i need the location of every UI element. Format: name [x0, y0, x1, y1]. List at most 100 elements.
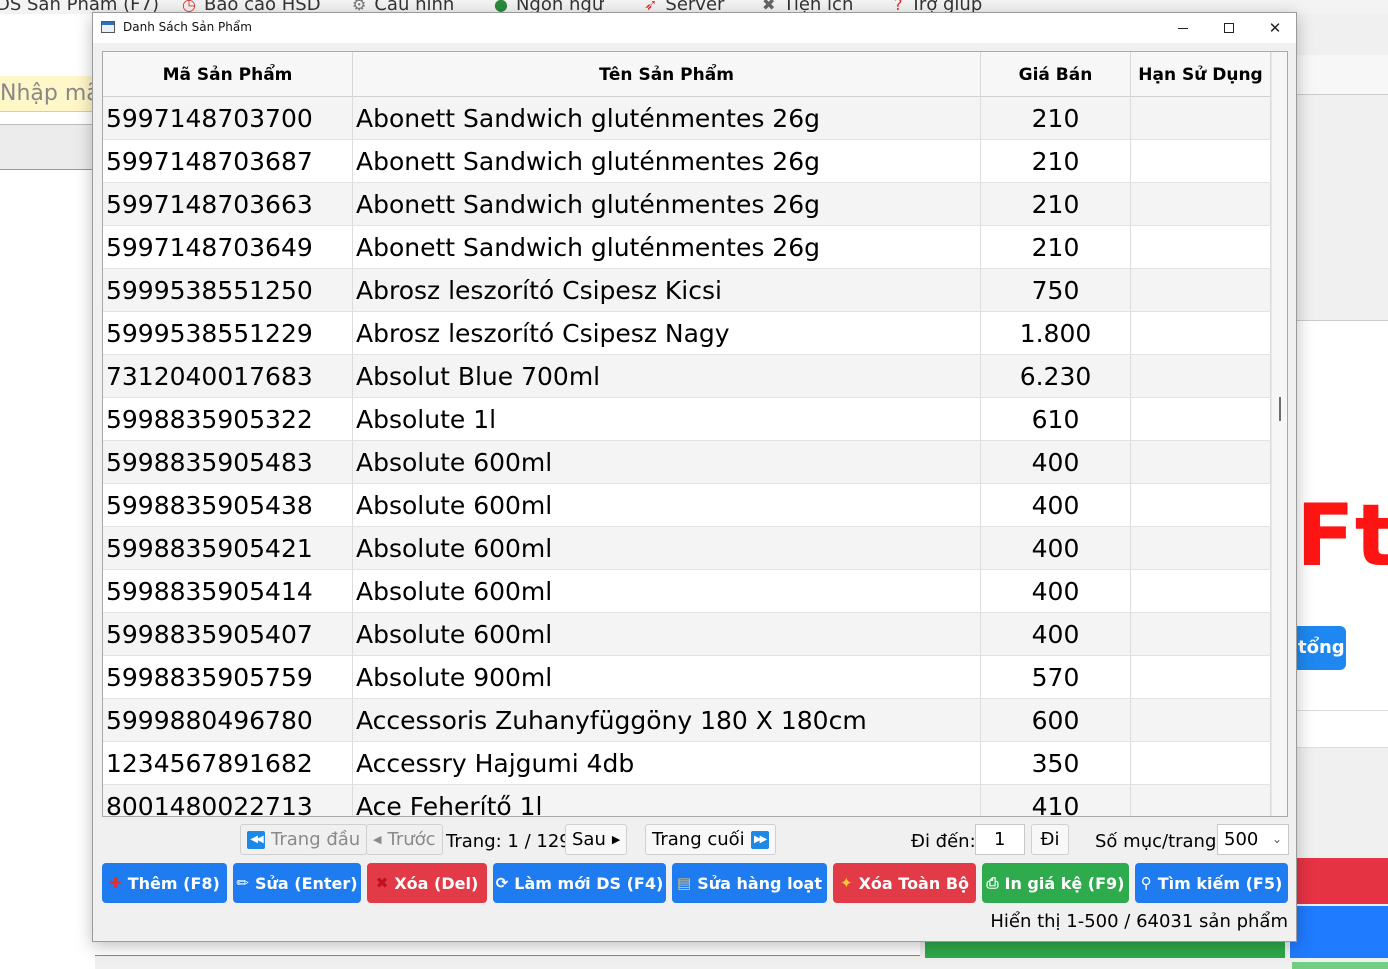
cell-expiry: [1131, 140, 1271, 182]
cell-code: 5997148703700: [103, 97, 353, 139]
go-button[interactable]: Đi: [1031, 824, 1069, 855]
table-row[interactable]: 7312040017683 Absolut Blue 700ml 6.230: [103, 355, 1271, 398]
column-header-price[interactable]: Giá Bán: [981, 52, 1131, 97]
cell-price: 410: [981, 785, 1131, 816]
table-row[interactable]: 5998835905421 Absolute 600ml 400: [103, 527, 1271, 570]
cell-code: 5998835905759: [103, 656, 353, 698]
table-row[interactable]: 5999538551250 Abrosz leszorító Csipesz Ki…: [103, 269, 1271, 312]
cell-name: Absolute 900ml: [353, 656, 981, 698]
cell-name: Abonett Sandwich gluténmentes 26g: [353, 97, 981, 139]
main-right-panel: [1296, 55, 1388, 95]
cell-price: 400: [981, 570, 1131, 612]
cell-price: 400: [981, 613, 1131, 655]
scrollbar-thumb[interactable]: [1279, 397, 1281, 421]
cell-price: 570: [981, 656, 1131, 698]
table-row[interactable]: 5998835905407 Absolute 600ml 400: [103, 613, 1271, 656]
refresh-button[interactable]: ⟳ Làm mới DS (F4): [493, 863, 666, 903]
cell-price: 210: [981, 183, 1131, 225]
barcode-input[interactable]: Nhập mã: [0, 76, 95, 112]
minimize-button[interactable]: [1160, 13, 1206, 43]
main-red-button[interactable]: [1296, 858, 1388, 904]
table-row[interactable]: 5998835905438 Absolute 600ml 400: [103, 484, 1271, 527]
cell-code: 5997148703663: [103, 183, 353, 225]
close-button[interactable]: ✕: [1252, 13, 1298, 43]
print-price-button[interactable]: ⎙ In giá kệ (F9): [982, 863, 1129, 903]
column-header-code[interactable]: Mã Sản Phẩm: [103, 52, 353, 97]
cell-code: 5997148703687: [103, 140, 353, 182]
delete-button[interactable]: ✖ Xóa (Del): [367, 863, 487, 903]
main-bottom-field: [95, 942, 920, 956]
cell-code: 5998835905407: [103, 613, 353, 655]
table-row[interactable]: 5997148703649 Abonett Sandwich gluténment…: [103, 226, 1271, 269]
next-page-button[interactable]: Sau ▶: [565, 824, 628, 855]
bulk-edit-button[interactable]: ▤ Sửa hàng loạt: [672, 863, 827, 903]
table-row[interactable]: 5997148703663 Abonett Sandwich gluténment…: [103, 183, 1271, 226]
cell-price: 210: [981, 226, 1131, 268]
vertical-scrollbar[interactable]: [1271, 52, 1287, 816]
title-bar[interactable]: Danh Sách Sản Phẩm ✕: [93, 13, 1296, 43]
per-page-select[interactable]: 500 ⌄: [1217, 824, 1289, 855]
table-row[interactable]: 5997148703700 Abonett Sandwich gluténment…: [103, 97, 1271, 140]
cell-expiry: [1131, 785, 1271, 816]
search-button[interactable]: ⚲ Tìm kiếm (F5): [1135, 863, 1288, 903]
goto-page-input[interactable]: 1: [975, 824, 1025, 855]
column-header-expiry[interactable]: Hạn Sử Dụng: [1131, 52, 1271, 97]
search-icon: ⚲: [1140, 874, 1152, 892]
cell-code: 5999538551229: [103, 312, 353, 354]
table-row[interactable]: 1234567891682 Accessry Hajgumi 4db 350: [103, 742, 1271, 785]
table-row[interactable]: 5997148703687 Abonett Sandwich gluténment…: [103, 140, 1271, 183]
edit-button[interactable]: ✏ Sửa (Enter): [233, 863, 361, 903]
table-row[interactable]: 5998835905759 Absolute 900ml 570: [103, 656, 1271, 699]
cell-code: 1234567891682: [103, 742, 353, 784]
skip-forward-icon: ▶▶: [750, 830, 769, 849]
delete-all-button[interactable]: ✦ Xóa Toàn Bộ: [833, 863, 976, 903]
product-table[interactable]: Mã Sản Phẩm ^Tên Sản Phẩm Giá Bán Hạn Sử…: [102, 51, 1288, 817]
maximize-icon: [1224, 23, 1234, 33]
plus-icon: ✚: [109, 874, 122, 892]
window-title: Danh Sách Sản Phẩm: [123, 20, 252, 34]
cell-name: Absolute 600ml: [353, 484, 981, 526]
maximize-button[interactable]: [1206, 13, 1252, 43]
per-page-label: Số mục/trang:: [1095, 831, 1223, 852]
add-button[interactable]: ✚ Thêm (F8): [102, 863, 227, 903]
cell-code: 5998835905421: [103, 527, 353, 569]
first-page-button[interactable]: ◀◀ Trang đầu: [240, 824, 368, 855]
cell-expiry: [1131, 97, 1271, 139]
table-header: Mã Sản Phẩm ^Tên Sản Phẩm Giá Bán Hạn Sử…: [103, 52, 1271, 97]
cell-name: Abrosz leszorító Csipesz Nagy: [353, 312, 981, 354]
table-row[interactable]: 5999538551229 Abrosz leszorító Csipesz Na…: [103, 312, 1271, 355]
refresh-icon: ⟳: [495, 874, 509, 892]
cell-name: Accessry Hajgumi 4db: [353, 742, 981, 784]
cell-expiry: [1131, 312, 1271, 354]
triangle-left-icon: ◀: [373, 833, 382, 846]
cell-name: Abonett Sandwich gluténmentes 26g: [353, 183, 981, 225]
page-info: Trang: 1 / 129: [446, 831, 571, 852]
goto-label: Đi đến:: [911, 831, 976, 852]
column-header-name[interactable]: ^Tên Sản Phẩm: [353, 52, 981, 97]
cell-expiry: [1131, 527, 1271, 569]
cell-code: 8001480022713: [103, 785, 353, 816]
cell-name: Abrosz leszorító Csipesz Kicsi: [353, 269, 981, 311]
cell-code: 5998835905414: [103, 570, 353, 612]
close-icon: ✕: [1268, 19, 1282, 37]
cell-code: 5998835905483: [103, 441, 353, 483]
table-row[interactable]: 5998835905414 Absolute 600ml 400: [103, 570, 1271, 613]
table-row[interactable]: 5999880496780 Accessoris Zuhanyfüggöny 18…: [103, 699, 1271, 742]
cell-name: Absolute 600ml: [353, 441, 981, 483]
cell-price: 610: [981, 398, 1131, 440]
total-button[interactable]: tổng: [1296, 626, 1346, 670]
cell-code: 5999880496780: [103, 699, 353, 741]
table-row[interactable]: 5998835905483 Absolute 600ml 400: [103, 441, 1271, 484]
cell-price: 350: [981, 742, 1131, 784]
prev-page-button[interactable]: ◀ Trước: [366, 824, 443, 855]
table-row[interactable]: 8001480022713 Ace Feherítő 1l 410: [103, 785, 1271, 816]
cell-expiry: [1131, 699, 1271, 741]
main-green-button[interactable]: [925, 940, 1285, 958]
product-list-dialog: Danh Sách Sản Phẩm ✕ Mã Sản Phẩm ^Tên Sả…: [92, 12, 1297, 942]
cell-price: 400: [981, 527, 1131, 569]
skip-back-icon: ◀◀: [247, 830, 265, 849]
cell-expiry: [1131, 269, 1271, 311]
last-page-button[interactable]: Trang cuối ▶▶: [645, 824, 776, 855]
table-row[interactable]: 5998835905322 Absolute 1l 610: [103, 398, 1271, 441]
main-blue-button[interactable]: [1290, 906, 1388, 958]
